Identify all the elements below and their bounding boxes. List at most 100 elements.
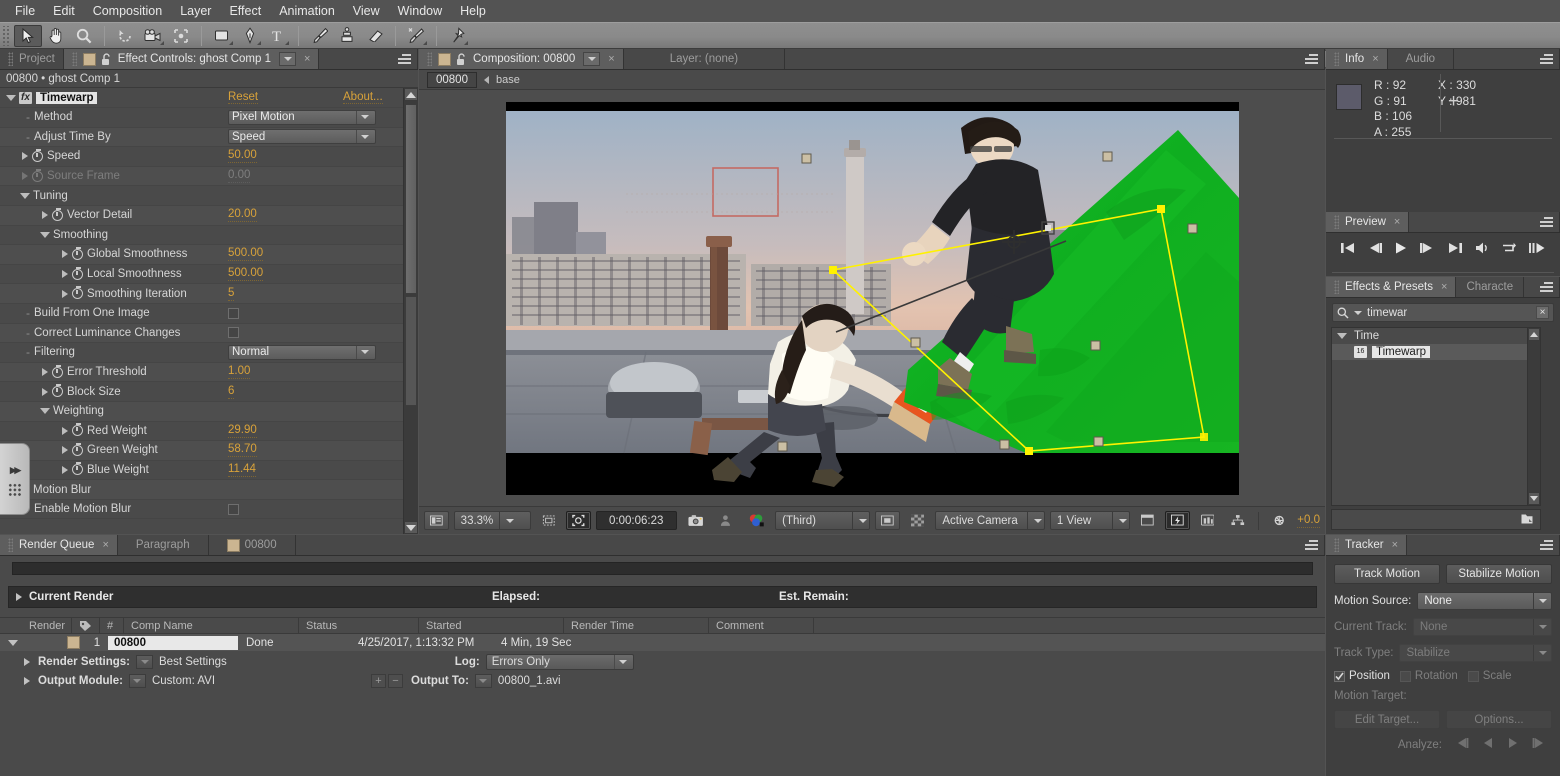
menu-item-file[interactable]: File <box>6 1 44 21</box>
output-module-dropdown[interactable] <box>129 674 146 688</box>
close-icon[interactable]: × <box>608 53 614 65</box>
motion-source-select[interactable]: None <box>1417 592 1552 610</box>
effects-item-timewarp[interactable]: 16 Timewarp <box>1332 344 1540 360</box>
scroll-down-button[interactable] <box>404 521 418 534</box>
disclosure-triangle-icon[interactable] <box>42 388 48 396</box>
camera-tool[interactable] <box>139 25 167 47</box>
stopwatch-icon[interactable] <box>52 367 63 378</box>
clear-search-icon[interactable]: × <box>1536 306 1549 319</box>
region-of-interest-button[interactable] <box>875 511 900 530</box>
first-frame-icon[interactable] <box>1340 241 1356 255</box>
timeline-button[interactable] <box>1195 511 1221 530</box>
column-tag-icon[interactable] <box>72 618 100 633</box>
tab-info[interactable]: Info × <box>1326 49 1388 69</box>
roto-brush-tool[interactable] <box>402 25 430 47</box>
stopwatch-icon[interactable] <box>72 425 83 436</box>
adjust-exposure-button[interactable] <box>1266 511 1292 530</box>
stopwatch-icon[interactable] <box>72 269 83 280</box>
position-checkbox[interactable] <box>1334 671 1345 682</box>
row-disclosure-triangle-icon[interactable] <box>8 640 18 646</box>
correct-luminance-changes-checkbox[interactable] <box>228 327 239 338</box>
view-layout-select[interactable]: 1 View <box>1050 511 1131 530</box>
hand-tool[interactable] <box>42 25 70 47</box>
green-weight-value[interactable]: 58.70 <box>228 443 257 457</box>
log-select[interactable]: Errors Only <box>486 654 634 670</box>
tab-00800[interactable]: 00800 <box>209 535 296 555</box>
disclosure-triangle-icon[interactable] <box>62 250 68 258</box>
scroll-thumb[interactable] <box>405 104 417 294</box>
speed-value[interactable]: 50.00 <box>228 149 257 163</box>
local-smoothness-value[interactable]: 500.00 <box>228 267 263 281</box>
render-settings-dropdown[interactable] <box>136 655 153 669</box>
show-snapshot-button[interactable] <box>714 511 737 530</box>
stopwatch-icon[interactable] <box>72 464 83 475</box>
tab-character[interactable]: Characte <box>1456 277 1524 297</box>
tab-composition[interactable]: Composition: 00800 × <box>419 49 624 69</box>
effects-group-time[interactable]: Time <box>1332 328 1540 344</box>
previous-frame-icon[interactable] <box>1367 241 1383 255</box>
type-tool[interactable]: T <box>264 25 292 47</box>
disclosure-triangle-icon[interactable] <box>42 211 48 219</box>
loop-icon[interactable] <box>1501 241 1517 255</box>
stopwatch-icon[interactable] <box>72 288 83 299</box>
column-comment[interactable]: Comment <box>709 618 814 633</box>
block-size-value[interactable]: 6 <box>228 385 234 399</box>
menu-item-view[interactable]: View <box>344 1 389 21</box>
audio-icon[interactable] <box>1474 241 1490 255</box>
enable-motion-blur-checkbox[interactable] <box>228 504 239 515</box>
track-motion-button[interactable]: Track Motion <box>1334 564 1440 584</box>
panel-menu-icon[interactable] <box>1305 538 1321 552</box>
stopwatch-icon[interactable] <box>52 210 63 221</box>
panel-menu-icon[interactable] <box>398 52 414 66</box>
chevron-down-icon[interactable] <box>1354 311 1362 315</box>
reset-link[interactable]: Reset <box>228 91 258 104</box>
column-comp-name[interactable]: Comp Name <box>124 618 299 633</box>
choose-grid-guide-button[interactable] <box>536 511 562 530</box>
menu-item-animation[interactable]: Animation <box>270 1 344 21</box>
shape-tool[interactable] <box>208 25 236 47</box>
disclosure-triangle-icon[interactable] <box>16 593 22 601</box>
error-threshold-value[interactable]: 1.00 <box>228 365 250 379</box>
close-icon[interactable]: × <box>1441 281 1447 293</box>
disclosure-triangle-icon[interactable] <box>40 408 50 414</box>
eraser-tool[interactable] <box>361 25 389 47</box>
disclosure-triangle-icon[interactable] <box>42 368 48 376</box>
close-icon[interactable]: × <box>102 539 108 551</box>
take-snapshot-button[interactable] <box>682 511 709 530</box>
scroll-down-button[interactable] <box>1528 492 1540 505</box>
lock-icon[interactable] <box>456 53 468 66</box>
stopwatch-icon[interactable] <box>72 249 83 260</box>
resolution-select[interactable]: (Third) <box>775 511 870 530</box>
tab-dropdown-icon[interactable] <box>279 52 296 66</box>
scroll-thumb-track[interactable] <box>405 296 417 406</box>
effects-list-scrollbar[interactable] <box>1527 328 1540 505</box>
disclosure-triangle-icon[interactable] <box>62 466 68 474</box>
camera-select[interactable]: Active Camera <box>935 511 1045 530</box>
last-frame-icon[interactable] <box>1447 241 1463 255</box>
panel-menu-icon[interactable] <box>1540 280 1556 294</box>
panel-flyout-handle[interactable]: ▸▸ <box>0 443 30 515</box>
disclosure-triangle-icon[interactable] <box>40 232 50 238</box>
disclosure-triangle-icon[interactable] <box>62 427 68 435</box>
stopwatch-icon[interactable] <box>52 386 63 397</box>
clone-stamp-tool[interactable] <box>333 25 361 47</box>
render-settings-value[interactable]: Best Settings <box>159 656 227 668</box>
output-to-dropdown[interactable] <box>475 674 492 688</box>
disclosure-triangle-icon[interactable] <box>24 677 30 685</box>
composition-viewport[interactable] <box>419 90 1325 506</box>
effect-name[interactable]: Timewarp <box>36 92 97 104</box>
tab-paragraph[interactable]: Paragraph <box>118 535 209 555</box>
puppet-pin-tool[interactable] <box>443 25 471 47</box>
comp-flowchart-button[interactable] <box>1225 511 1251 530</box>
disclosure-triangle-icon[interactable] <box>22 152 28 160</box>
close-icon[interactable]: × <box>304 53 310 65</box>
exposure-value[interactable]: +0.0 <box>1297 514 1320 528</box>
column-started[interactable]: Started <box>419 618 564 633</box>
red-weight-value[interactable]: 29.90 <box>228 424 257 438</box>
add-output-module-button[interactable]: + <box>371 674 386 688</box>
close-icon[interactable]: × <box>1372 53 1378 65</box>
column-number[interactable]: # <box>100 618 124 633</box>
selection-tool[interactable] <box>14 25 42 47</box>
render-queue-row[interactable]: 1 00800 Done 4/25/2017, 1:13:32 PM 4 Min… <box>0 634 1325 652</box>
tab-effect-controls[interactable]: Effect Controls: ghost Comp 1 × <box>64 49 320 69</box>
